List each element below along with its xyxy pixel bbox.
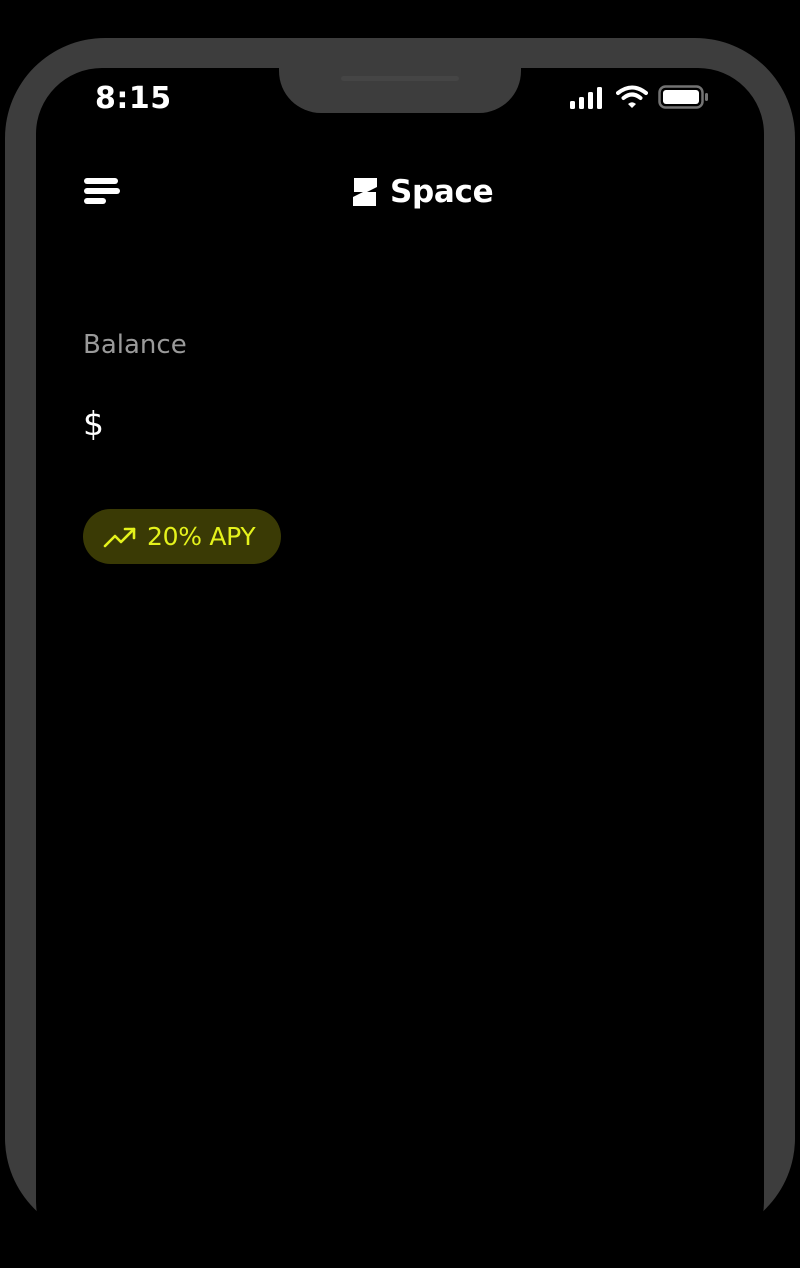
signal-icon — [570, 87, 602, 109]
app-screen: 8:15 Space Balance $ 20% APY — [36, 68, 764, 1268]
speaker-grille — [341, 76, 459, 81]
apy-badge[interactable]: 20% APY — [83, 509, 281, 564]
device-notch — [279, 68, 521, 113]
status-time: 8:15 — [95, 81, 172, 116]
brand: Space — [350, 170, 494, 214]
balance-label: Balance — [83, 330, 187, 360]
menu-icon[interactable] — [82, 174, 122, 208]
space-logo-icon — [353, 178, 377, 206]
battery-icon — [658, 85, 708, 109]
wifi-icon — [616, 85, 648, 108]
status-icons — [570, 82, 712, 114]
balance-value: $ — [83, 404, 104, 443]
trending-up-icon — [103, 527, 136, 547]
brand-name: Space — [390, 174, 494, 210]
apy-label: 20% APY — [147, 522, 256, 551]
